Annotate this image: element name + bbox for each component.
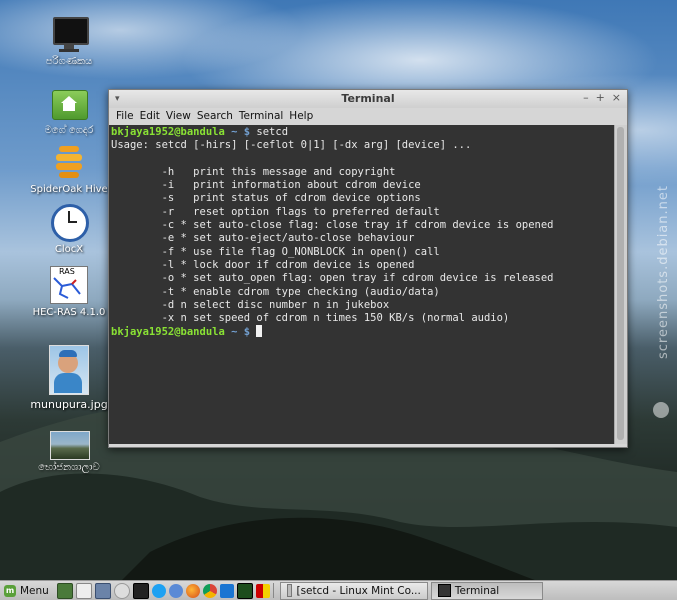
desktop-icon-home[interactable]: මගේ ගෙදර (24, 84, 114, 136)
chrome-icon[interactable] (202, 583, 217, 598)
start-menu-button[interactable]: m Menu (0, 581, 55, 600)
desktop-icon-photo[interactable]: භෝජනශාලාව (24, 431, 114, 473)
photo-icon (49, 345, 89, 395)
output-line: -r reset option flags to preferred defau… (111, 205, 440, 218)
mint-logo-icon: m (4, 584, 16, 597)
taskbar-item-browser[interactable]: [setcd - Linux Mint Co... (279, 581, 428, 600)
desktop-icon-label: SpiderOak Hive (30, 184, 108, 195)
taskbar-item-terminal[interactable]: Terminal (430, 581, 543, 600)
output-line: -f * use file flag O_NONBLOCK in open() … (111, 245, 440, 258)
desktop-icon-label: ClocX (54, 244, 84, 255)
desktop-icon-label: භෝජනශාලාව (38, 462, 100, 473)
chat-icon[interactable] (168, 583, 183, 598)
desktop-icon-clocx[interactable]: ClocX (24, 203, 114, 255)
desktop-icon-label: munupura.jpg (30, 398, 108, 411)
terminal-scrollbar[interactable] (614, 125, 627, 444)
terminal-icon (437, 584, 451, 597)
maximize-icon[interactable]: + (596, 91, 605, 104)
desktop-icon-label: HEC-RAS 4.1.0 (32, 307, 106, 318)
debian-logo-icon (653, 402, 669, 418)
output-line: -d n select disc number n in jukebox (111, 298, 390, 311)
flag-icon[interactable] (255, 583, 270, 598)
window-titlebar[interactable]: ▾ Terminal – + × (109, 90, 627, 108)
menu-bar: File Edit View Search Terminal Help (109, 108, 627, 125)
launcher-area (55, 582, 270, 599)
output-line: -o * set auto_open flag: open tray if cd… (111, 272, 554, 285)
firefox-icon[interactable] (185, 583, 200, 598)
photo-icon (50, 431, 90, 460)
output-line: -t * enable cdrom type checking (audio/d… (111, 285, 440, 298)
desktop-icon-munupura[interactable]: munupura.jpg (24, 345, 114, 411)
output-line: -c * set auto-close flag: close tray if … (111, 219, 554, 232)
show-desktop-icon[interactable] (56, 582, 73, 599)
output-line: -l * lock door if cdrom device is opened (111, 258, 415, 271)
taskbar-panel: m Menu [setcd - Linux Mint Co... Termina… (0, 580, 677, 600)
dropbox-icon[interactable] (219, 583, 234, 598)
prompt-path: ~ $ (224, 126, 257, 138)
menu-terminal[interactable]: Terminal (236, 108, 286, 125)
text-cursor (256, 325, 263, 338)
home-folder-icon (50, 84, 88, 122)
menu-search[interactable]: Search (194, 108, 236, 125)
terminal-icon[interactable] (132, 582, 149, 599)
prompt-user: bkjaya1952@bandula (111, 326, 225, 339)
file-manager-icon[interactable] (75, 582, 92, 599)
spideroak-icon (50, 143, 88, 181)
computer-icon (50, 15, 89, 53)
terminal-window: ▾ Terminal – + × File Edit View Search T… (108, 89, 628, 448)
taskbar-item-label: [setcd - Linux Mint Co... (296, 584, 421, 597)
prompt-line: bkjaya1952@bandula ~ $ setcd (111, 126, 615, 139)
menu-file[interactable]: File (113, 108, 137, 125)
desktop-icon-hec-ras[interactable]: RAS HEC-RAS 4.1.0 (24, 266, 114, 318)
minimize-icon[interactable]: – (583, 91, 589, 104)
prompt-line: bkjaya1952@bandula ~ $ (111, 325, 615, 338)
desktop-icon-computer[interactable]: පරිගණකය (24, 15, 114, 67)
prompt-path: ~ $ (224, 326, 257, 339)
skype-icon[interactable] (151, 583, 166, 598)
output-line: -i print information about cdrom device (111, 179, 421, 192)
prompt-user: bkjaya1952@bandula (111, 126, 225, 138)
scrollbar-thumb[interactable] (617, 127, 624, 440)
watermark-text: screenshots.debian.net (656, 185, 671, 359)
terminal-output[interactable]: bkjaya1952@bandula ~ $ setcd Usage: setc… (109, 125, 615, 444)
menu-view[interactable]: View (163, 108, 194, 125)
desktop-icon-label: පරිගණකය (45, 56, 93, 67)
desktop-icon-spideroak[interactable]: SpiderOak Hive (24, 143, 114, 195)
start-menu-label: Menu (20, 584, 49, 597)
menu-help[interactable]: Help (286, 108, 316, 125)
window-icon (286, 584, 293, 597)
power-icon[interactable] (113, 582, 130, 599)
output-line: -x n set speed of cdrom n times 150 KB/s… (111, 312, 510, 325)
clock-icon (50, 203, 89, 242)
output-line: -e * set auto-eject/auto-close behaviour (111, 232, 415, 245)
menu-edit[interactable]: Edit (137, 108, 163, 125)
output-line: Usage: setcd [-hirs] [-ceflot 0|1] [-dx … (111, 139, 472, 152)
command-text: setcd (256, 126, 289, 138)
settings-icon[interactable] (94, 582, 111, 599)
system-monitor-icon[interactable] (236, 582, 253, 599)
window-title: Terminal (341, 92, 395, 105)
panel-separator (272, 583, 274, 598)
taskbar-item-label: Terminal (454, 584, 500, 597)
hec-ras-icon: RAS (50, 266, 88, 304)
close-icon[interactable]: × (612, 91, 621, 104)
desktop-icon-label: මගේ ගෙදර (44, 125, 94, 136)
output-line: -s print status of cdrom device options (111, 192, 421, 205)
output-line: -h print this message and copyright (111, 165, 396, 178)
